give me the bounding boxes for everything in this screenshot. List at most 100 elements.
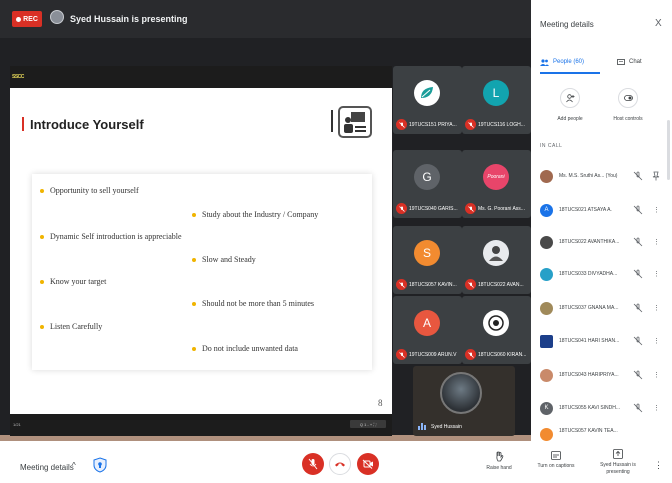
bullet-icon: [40, 234, 44, 239]
mic-off-icon[interactable]: [633, 237, 643, 247]
tab-active-indicator: [540, 72, 600, 74]
mic-toggle-button[interactable]: [302, 453, 324, 475]
bullet-text: Do not include unwanted data: [202, 344, 298, 353]
participant-row[interactable]: 18TUCS022 AVANTHIKA... ⋮: [540, 232, 665, 252]
participant-row[interactable]: K 18TUCS055 KAVI SINDH... ⋮: [540, 398, 665, 418]
participant-row[interactable]: 18TUCS041 HARI SHAN... ⋮: [540, 331, 665, 351]
meeting-details-button[interactable]: Meeting details: [20, 463, 74, 472]
bullet-list-box: Opportunity to sell yourself Study about…: [32, 174, 372, 370]
more-options-icon[interactable]: ⋮: [653, 371, 660, 379]
participant-name: 18TUCS060 KIRAN...: [478, 352, 527, 358]
avatar: [540, 267, 553, 281]
emblem-icon: [488, 315, 504, 331]
avatar: [540, 428, 553, 441]
letter-avatar: A: [414, 310, 440, 336]
slide-title: Introduce Yourself: [30, 117, 144, 132]
chat-icon: [617, 58, 625, 65]
mic-off-icon[interactable]: [633, 171, 643, 181]
presenter-tile[interactable]: Syed Hussain: [413, 366, 515, 436]
more-options-icon[interactable]: ⋮: [653, 238, 660, 246]
leave-call-button[interactable]: [329, 453, 351, 475]
participant-tile[interactable]: 19TUCS151 PRIYA...: [393, 66, 462, 134]
participant-row[interactable]: 18TUCS037 GNANA MA... ⋮: [540, 298, 665, 318]
panel-scrollbar[interactable]: [667, 120, 670, 180]
participant-name: 18TUCS021 ATSAYA A.: [559, 207, 612, 213]
letter-avatar: L: [483, 80, 509, 106]
participant-tile[interactable]: S 18TUCS057 KAVIN...: [393, 226, 462, 294]
mic-off-icon[interactable]: [633, 269, 643, 279]
chevron-up-icon[interactable]: ^: [72, 461, 76, 470]
bullet-item: Should not be more than 5 minutes: [192, 299, 314, 308]
avatar: [540, 169, 553, 183]
presentation-slide: Introduce Yourself Opportunity to sell y…: [10, 88, 392, 414]
tab-people-label: People (60): [553, 59, 585, 65]
in-call-heading: IN CALL: [540, 143, 563, 149]
screen-logo: SSCC: [12, 74, 24, 80]
more-options-icon[interactable]: ⋮: [653, 270, 660, 278]
shield-icon[interactable]: [93, 457, 107, 473]
mic-off-icon[interactable]: [633, 336, 643, 346]
pin-icon[interactable]: [651, 171, 661, 181]
photo-avatar: [483, 240, 509, 266]
participant-tile[interactable]: A 19TUCS009 ARUN.V: [393, 296, 462, 364]
participant-row[interactable]: 18TUCS057 KAVIN TEA...: [540, 428, 665, 441]
leaf-logo-icon: [421, 87, 433, 98]
tab-people[interactable]: People (60): [540, 51, 600, 73]
participant-row[interactable]: 18TUCS043 HARIPRIYA... ⋮: [540, 365, 665, 385]
presentation-icon: [331, 106, 372, 138]
avatar: [540, 368, 553, 382]
mic-off-icon: [396, 119, 407, 130]
more-options-icon[interactable]: ⋮: [653, 206, 660, 214]
bullet-item: Slow and Steady: [192, 255, 256, 264]
bullet-text: Should not be more than 5 minutes: [202, 299, 314, 308]
screen-top-bar: SSCC: [10, 66, 392, 88]
captions-icon: [551, 451, 561, 460]
participant-tile[interactable]: L 19TUCS116 LOGH...: [462, 66, 531, 134]
present-now-button[interactable]: Syed Hussain is presenting: [594, 449, 642, 476]
mic-off-icon: [396, 279, 407, 290]
close-icon[interactable]: X: [655, 18, 662, 29]
rec-label: REC: [23, 15, 38, 23]
bullet-icon: [40, 324, 44, 329]
host-controls-button[interactable]: Host controls: [603, 88, 653, 122]
zoom-controls[interactable]: Q 1 - + ⛶: [350, 420, 386, 428]
photo-avatar: [483, 310, 509, 336]
more-options-icon[interactable]: ⋮: [653, 304, 660, 312]
mic-off-icon[interactable]: [633, 303, 643, 313]
mic-off-icon: [465, 203, 476, 214]
bullet-text: Dynamic Self introduction is appreciable: [50, 232, 182, 241]
person-photo-icon: [489, 246, 503, 261]
participant-name: 18TUCS057 KAVIN...: [409, 282, 457, 288]
tab-chat[interactable]: Chat: [617, 51, 659, 73]
participant-name: 19TUCS009 ARUN.V: [409, 352, 457, 358]
participant-tile[interactable]: Poorani Ms. G. Poorani Ass...: [462, 150, 531, 218]
presenting-bar: REC Syed Hussain is presenting: [0, 0, 531, 38]
participant-tile[interactable]: G 19TUCS040 GARIS...: [393, 150, 462, 218]
meeting-details-panel: Meeting details X People (60) Chat Add p…: [531, 0, 672, 441]
participant-row[interactable]: 18TUCS033 DIVYADHA... ⋮: [540, 264, 665, 284]
bullet-item: Dynamic Self introduction is appreciable: [40, 232, 182, 241]
avatar: K: [540, 401, 553, 415]
raise-hand-button[interactable]: Raise hand: [475, 451, 523, 472]
bullet-item: Listen Carefully: [40, 322, 102, 331]
more-options-icon[interactable]: ⋮: [653, 337, 660, 345]
more-options-icon[interactable]: ⋮: [654, 460, 663, 471]
participant-row[interactable]: Ms. M.S. Sruthi As... (You): [540, 166, 665, 186]
mic-off-icon: [465, 119, 476, 130]
add-people-button[interactable]: Add people: [545, 88, 595, 122]
camera-toggle-button[interactable]: [357, 453, 379, 475]
participant-tile[interactable]: 18TUCS022 AVAN...: [462, 226, 531, 294]
recording-badge: REC: [12, 11, 42, 27]
participant-tile[interactable]: 18TUCS060 KIRAN...: [462, 296, 531, 364]
mic-off-icon[interactable]: [633, 370, 643, 380]
mic-off-icon[interactable]: [633, 403, 643, 413]
captions-button[interactable]: Turn on captions: [532, 451, 580, 470]
mic-off-icon[interactable]: [633, 205, 643, 215]
presenting-label: Syed Hussain is presenting: [600, 462, 636, 475]
more-options-icon[interactable]: ⋮: [653, 404, 660, 412]
bullet-text: Listen Carefully: [50, 322, 103, 331]
bullet-text: Study about the Industry / Company: [202, 210, 319, 219]
participant-name: Ms. G. Poorani Ass...: [478, 206, 525, 212]
presenter-name: Syed Hussain: [431, 424, 462, 430]
participant-row[interactable]: A 18TUCS021 ATSAYA A. ⋮: [540, 200, 665, 220]
